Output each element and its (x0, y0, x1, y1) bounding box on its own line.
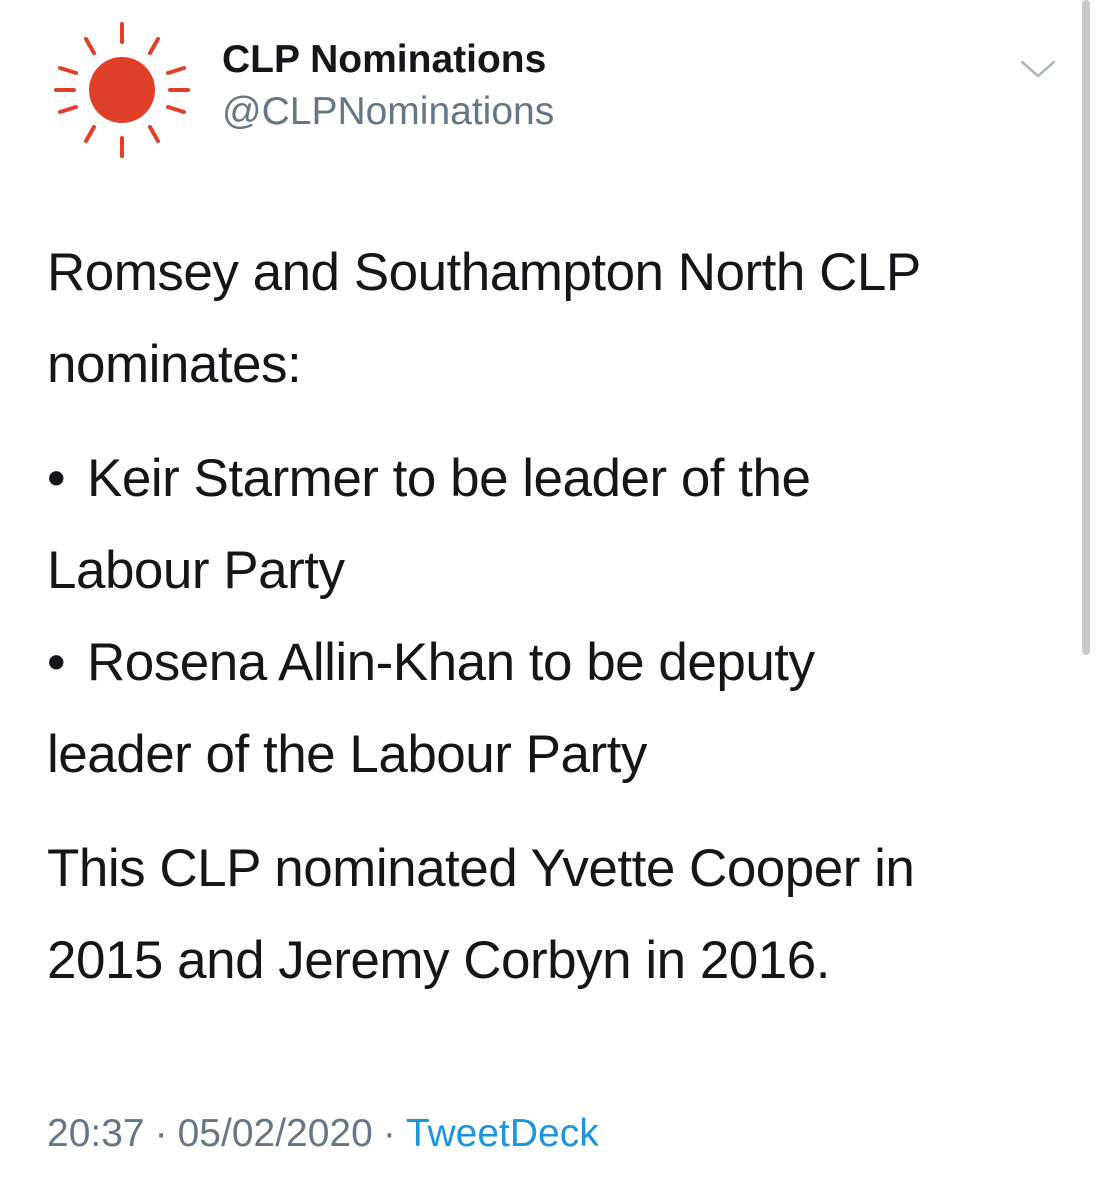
tweet-line: Romsey and Southampton North CLP (47, 243, 921, 302)
tweet-line: leader of the Labour Party (47, 725, 647, 784)
bullet: • (47, 633, 66, 692)
tweet-line: Rosena Allin-Khan to be deputy (87, 633, 815, 692)
author-handle[interactable]: @CLPNominations (222, 90, 554, 134)
tweet-line: nominates: (47, 335, 302, 394)
chevron-down-icon (1020, 60, 1056, 78)
separator: · (154, 1112, 168, 1155)
bullet: • (47, 449, 66, 508)
tweet-list-item: • Rosena Allin-Khan to be deputy (47, 617, 815, 709)
tweet-source-link[interactable]: TweetDeck (406, 1112, 599, 1155)
separator: · (382, 1112, 396, 1155)
avatar[interactable] (52, 20, 192, 160)
tweet-time[interactable]: 20:37 (47, 1112, 145, 1155)
tweet-line: This CLP nominated Yvette Cooper in (47, 839, 915, 898)
tweet-date[interactable]: 05/02/2020 (178, 1112, 373, 1155)
sun-icon (54, 22, 190, 158)
tweet-line: 2015 and Jeremy Corbyn in 2016. (47, 931, 830, 990)
tweet-header: CLP Nominations @CLPNominations (0, 0, 1098, 170)
tweet-meta: 20:37 · 05/02/2020 · TweetDeck (47, 1112, 599, 1156)
author-name[interactable]: CLP Nominations (222, 38, 546, 82)
scrollbar[interactable] (1082, 0, 1090, 655)
tweet-line: Keir Starmer to be leader of the (87, 449, 811, 508)
tweet-menu-button[interactable] (1018, 54, 1058, 84)
tweet-line: Labour Party (47, 541, 345, 600)
tweet-list-item: • Keir Starmer to be leader of the (47, 433, 811, 525)
